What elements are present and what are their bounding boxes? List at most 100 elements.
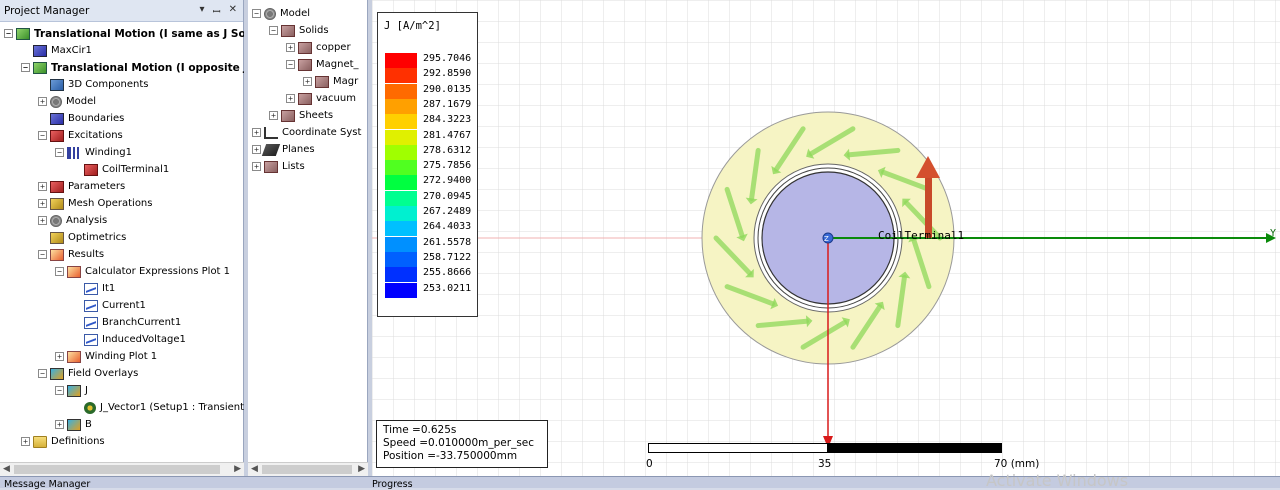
modeler-viewport[interactable]: Y CoilTerminal1 Z J [A/m^2] 295.7046 292.… [372,0,1280,476]
collapse-icon[interactable]: − [269,26,278,35]
tree-item-label: Results [68,249,105,260]
trace-icon [84,316,98,329]
progress-title[interactable]: Progress [372,479,413,490]
field-legend[interactable]: J [A/m^2] 295.7046 292.8590 290.0135 287.16… [377,12,478,317]
expand-icon[interactable]: + [286,94,295,103]
analysis-icon [50,214,62,227]
collapse-icon[interactable]: − [21,63,30,72]
tree-item-label: 3D Components [68,79,149,90]
expand-icon[interactable]: + [55,352,64,361]
expand-icon[interactable]: + [252,128,261,137]
tree-item-label: Excitations [68,130,123,141]
legend-value: 270.0945 [423,190,472,202]
tree-item[interactable]: − Solids [269,22,329,39]
expand-icon[interactable]: + [269,111,278,120]
legend-swatch [385,221,417,237]
tree-item[interactable]: − Excitations [38,127,123,144]
tree-item[interactable]: − Translational Motion (I opposite J) [21,59,252,76]
scroll-left-icon[interactable]: ◀ [251,464,258,474]
tree-item[interactable]: − Model [252,5,310,22]
scale-label-mid: 35 [818,458,832,470]
legend-swatch [385,282,417,298]
legend-swatch [385,114,417,130]
pin-icon[interactable]: ꟷ [212,4,220,18]
legend-swatch [385,68,417,84]
expand-icon[interactable]: + [303,77,312,86]
expand-icon[interactable]: + [286,43,295,52]
tree-item[interactable]: − J [55,382,88,399]
collapse-icon[interactable]: − [252,9,261,18]
expand-icon[interactable]: + [38,199,47,208]
expand-icon[interactable]: + [38,182,47,191]
tree-item[interactable]: + Model [38,93,96,110]
y-axis-label: Y [1270,228,1276,239]
tree-item[interactable]: − Magnet_ [286,56,359,73]
tree-item[interactable]: Boundaries [38,110,124,127]
tree-item[interactable]: − Results [38,246,104,263]
tree-item[interactable]: + Sheets [269,107,333,124]
tree-item[interactable]: + Parameters [38,178,125,195]
legend-swatch [385,144,417,160]
legend-swatch [385,160,417,176]
tree-item[interactable]: CoilTerminal1 [72,161,169,178]
tree-item[interactable]: + Mesh Operations [38,195,152,212]
tree-item[interactable]: + Winding Plot 1 [55,348,157,365]
collapse-icon[interactable]: − [55,267,64,276]
tree-item-label: It1 [102,283,116,294]
sheets-icon [281,109,295,122]
scroll-right-icon[interactable]: ▶ [234,464,241,474]
scrollbar-thumb[interactable] [14,465,220,474]
tree-item-label: BranchCurrent1 [102,317,182,328]
expand-icon[interactable]: + [252,145,261,154]
scrollbar-thumb[interactable] [262,465,352,474]
tree-item[interactable]: + Magr [303,73,358,90]
tree-item[interactable]: + Lists [252,158,305,175]
tree-item[interactable]: InducedVoltage1 [72,331,186,348]
message-manager-title[interactable]: Message Manager [4,479,90,490]
scroll-left-icon[interactable]: ◀ [3,464,10,474]
tree-item[interactable]: + Analysis [38,212,107,229]
expand-icon[interactable]: + [38,216,47,225]
tree-item[interactable]: + vacuum [286,90,356,107]
scroll-right-icon[interactable]: ▶ [358,464,365,474]
tree-item[interactable]: − Calculator Expressions Plot 1 [55,263,230,280]
legend-value: 261.5578 [423,236,472,248]
tree-item[interactable]: + Coordinate Syst [252,124,361,141]
collapse-icon[interactable]: − [38,369,47,378]
legend-value: 281.4767 [423,129,472,141]
expand-icon[interactable]: + [21,437,30,446]
expand-icon[interactable]: + [252,162,261,171]
tree-item[interactable]: J_Vector1 (Setup1 : Transient [72,399,244,416]
legend-swatch [385,236,417,252]
collapse-icon[interactable]: − [55,386,64,395]
tree-item[interactable]: 3D Components [38,76,149,93]
collapse-icon[interactable]: − [55,148,64,157]
tree-item[interactable]: Current1 [72,297,146,314]
tree-item[interactable]: − Field Overlays [38,365,138,382]
tree-item[interactable]: MaxCir1 [21,42,92,59]
legend-value: 253.0211 [423,282,472,294]
tree-item[interactable]: BranchCurrent1 [72,314,181,331]
tree-item[interactable]: + Definitions [21,433,105,450]
tree-item[interactable]: − Winding1 [55,144,132,161]
panel-menu-icon[interactable]: ▾ [199,4,204,18]
solids-icon [281,24,295,37]
tree-item[interactable]: + Planes [252,141,315,158]
collapse-icon[interactable]: − [38,250,47,259]
project-tree-scrollbar[interactable]: ◀ ▶ [0,462,244,476]
tree-item[interactable]: + B [55,416,92,433]
collapse-icon[interactable]: − [38,131,47,140]
tree-item[interactable]: + copper [286,39,351,56]
model-tree-panel: − Model − Solids + copper − Magnet_ + Magr + vacuum… [248,0,368,476]
collapse-icon[interactable]: − [286,60,295,69]
tree-item[interactable]: − Translational Motion (I same as J Sout [4,25,258,42]
model-tree-scrollbar[interactable]: ◀ ▶ [248,462,368,476]
tree-item[interactable]: Optimetrics [38,229,126,246]
excitations-icon [50,129,64,142]
expand-icon[interactable]: + [38,97,47,106]
tree-item[interactable]: It1 [72,280,115,297]
collapse-icon[interactable]: − [4,29,13,38]
close-icon[interactable]: ✕ [229,4,237,18]
expand-icon[interactable]: + [55,420,64,429]
viewport-canvas[interactable]: Y CoilTerminal1 Z [372,0,1280,476]
